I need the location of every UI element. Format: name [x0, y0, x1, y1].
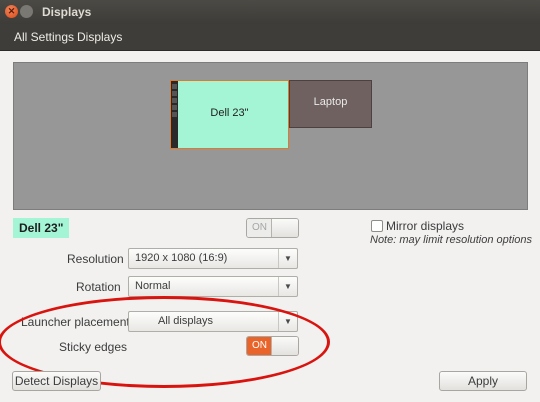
- minimize-window-button[interactable]: [20, 5, 33, 18]
- toggle-label: ON: [247, 337, 272, 355]
- launcher-placement-dropdown[interactable]: All displays ▼: [128, 311, 298, 332]
- all-settings-link[interactable]: All Settings: [14, 30, 74, 44]
- detect-displays-button[interactable]: Detect Displays: [12, 371, 101, 391]
- resolution-value: 1920 x 1080 (16:9): [135, 252, 228, 264]
- resolution-label: Resolution: [67, 252, 124, 266]
- window-titlebar: ✕ Displays: [0, 0, 540, 24]
- toggle-knob: [271, 337, 298, 355]
- breadcrumb: All Settings Displays: [0, 24, 540, 51]
- launcher-placement-value: All displays: [158, 315, 214, 327]
- toggle-knob: [271, 219, 298, 237]
- dropdown-arrow-icon: ▼: [278, 277, 297, 296]
- rotation-dropdown[interactable]: Normal ▼: [128, 276, 298, 297]
- apply-button[interactable]: Apply: [439, 371, 527, 391]
- monitor-label: Dell 23": [210, 107, 249, 119]
- mirror-note: Note: may limit resolution options: [370, 234, 533, 246]
- resolution-dropdown[interactable]: 1920 x 1080 (16:9) ▼: [128, 248, 298, 269]
- rotation-label: Rotation: [76, 280, 121, 294]
- selected-display-name: Dell 23": [13, 218, 70, 238]
- toggle-label: ON: [247, 219, 272, 237]
- dropdown-arrow-icon: ▼: [278, 312, 297, 331]
- rotation-value: Normal: [135, 280, 171, 292]
- sticky-edges-toggle[interactable]: ON: [246, 336, 299, 356]
- display-power-toggle[interactable]: ON: [246, 218, 299, 238]
- mirror-displays-checkbox[interactable]: [371, 220, 383, 232]
- display-arrangement-preview: Dell 23" Laptop: [13, 62, 528, 210]
- close-icon: ✕: [7, 6, 16, 16]
- close-window-button[interactable]: ✕: [5, 5, 18, 18]
- displays-crumb[interactable]: Displays: [77, 30, 122, 44]
- dropdown-arrow-icon: ▼: [278, 249, 297, 268]
- mirror-displays-label: Mirror displays: [386, 219, 465, 233]
- monitor-dell-23[interactable]: Dell 23": [170, 80, 289, 149]
- launcher-placement-label: Launcher placement: [21, 315, 130, 329]
- monitor-laptop[interactable]: Laptop: [289, 80, 372, 128]
- window-title: Displays: [42, 5, 92, 19]
- sticky-edges-label: Sticky edges: [59, 340, 128, 354]
- monitor-label: Laptop: [313, 96, 348, 108]
